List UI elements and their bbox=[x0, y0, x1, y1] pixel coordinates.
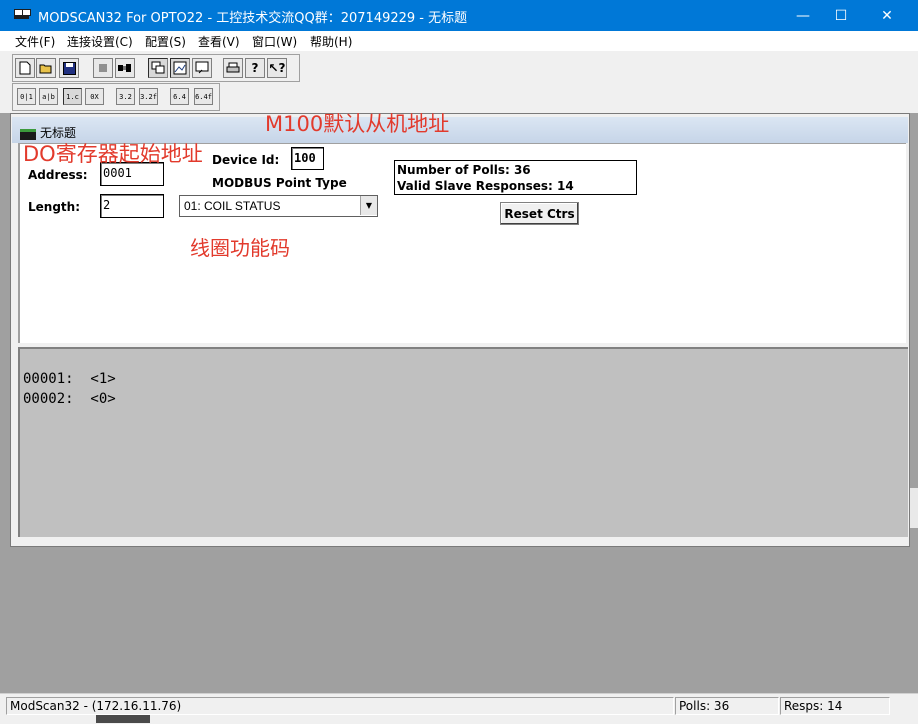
format-double-button[interactable]: 6.4 bbox=[170, 88, 189, 105]
menu-help[interactable]: 帮助(H) bbox=[310, 33, 352, 50]
background-fragment bbox=[96, 715, 150, 723]
format-decimal-button[interactable]: 1.c bbox=[63, 88, 82, 105]
valid-responses-text: Valid Slave Responses: 14 bbox=[397, 179, 574, 193]
point-type-label: MODBUS Point Type bbox=[212, 176, 347, 190]
main-toolbar: ? ↖? bbox=[12, 54, 300, 82]
annotation-function-code: 线圈功能码 bbox=[190, 236, 290, 260]
context-help-icon[interactable]: ↖? bbox=[267, 58, 287, 78]
polls-count-text: Number of Polls: 36 bbox=[397, 163, 531, 177]
window-icon[interactable] bbox=[192, 58, 212, 78]
close-button[interactable]: ✕ bbox=[864, 0, 910, 31]
poll-stats-box: Number of Polls: 36 Valid Slave Response… bbox=[394, 160, 637, 195]
format-float-button[interactable]: 3.2 bbox=[116, 88, 135, 105]
point-type-select[interactable]: 01: COIL STATUS bbox=[179, 195, 378, 217]
connect-icon[interactable] bbox=[93, 58, 113, 78]
address-label: Address: bbox=[28, 168, 88, 182]
annotation-start-address: DO寄存器起始地址 bbox=[23, 142, 203, 166]
disconnect-icon[interactable] bbox=[115, 58, 135, 78]
format-binary-button[interactable]: 0|1 bbox=[17, 88, 36, 105]
save-icon[interactable] bbox=[59, 58, 79, 78]
device-id-input[interactable]: 100 bbox=[291, 147, 324, 170]
app-icon bbox=[14, 9, 31, 21]
format-toolbar: 0|1 a|b 1.c 0X 3.2 3.2f 6.4 6.4f bbox=[12, 83, 220, 111]
graph-icon[interactable] bbox=[170, 58, 190, 78]
format-float-swapped-button[interactable]: 3.2f bbox=[139, 88, 158, 105]
annotation-slave-address: M100默认从机地址 bbox=[265, 112, 450, 136]
menu-file[interactable]: 文件(F) bbox=[15, 33, 55, 50]
window-title: MODSCAN32 For OPTO22 - 工控技术交流QQ群：2071492… bbox=[38, 11, 468, 26]
about-icon[interactable]: ? bbox=[245, 58, 265, 78]
menu-setup[interactable]: 配置(S) bbox=[145, 33, 186, 50]
format-0x-button[interactable]: 0X bbox=[85, 88, 104, 105]
data-row[interactable]: 00001: <1> bbox=[23, 371, 116, 387]
menu-window[interactable]: 窗口(W) bbox=[252, 33, 297, 50]
maximize-button[interactable]: ☐ bbox=[818, 0, 864, 31]
open-folder-icon[interactable] bbox=[36, 58, 56, 78]
status-resps: Resps: 14 bbox=[780, 697, 890, 715]
new-file-icon[interactable] bbox=[15, 58, 35, 78]
status-connection: ModScan32 - (172.16.11.76) bbox=[6, 697, 674, 715]
format-hex-button[interactable]: a|b bbox=[39, 88, 58, 105]
device-id-label: Device Id: bbox=[212, 153, 280, 167]
reset-counters-button[interactable]: Reset Ctrs bbox=[500, 202, 579, 225]
format-double-swapped-button[interactable]: 6.4f bbox=[194, 88, 213, 105]
length-input[interactable]: 2 bbox=[100, 194, 164, 218]
print-icon[interactable] bbox=[223, 58, 243, 78]
data-row[interactable]: 00002: <0> bbox=[23, 391, 116, 407]
menu-connection[interactable]: 连接设置(C) bbox=[67, 33, 133, 50]
status-polls: Polls: 36 bbox=[675, 697, 779, 715]
menu-view[interactable]: 查看(V) bbox=[198, 33, 240, 50]
background-window-edge bbox=[910, 488, 918, 528]
data-display-panel bbox=[18, 347, 908, 537]
chevron-down-icon[interactable]: ▼ bbox=[360, 196, 377, 215]
menu-bar bbox=[0, 31, 918, 51]
length-label: Length: bbox=[28, 200, 80, 214]
display-icon[interactable] bbox=[148, 58, 168, 78]
